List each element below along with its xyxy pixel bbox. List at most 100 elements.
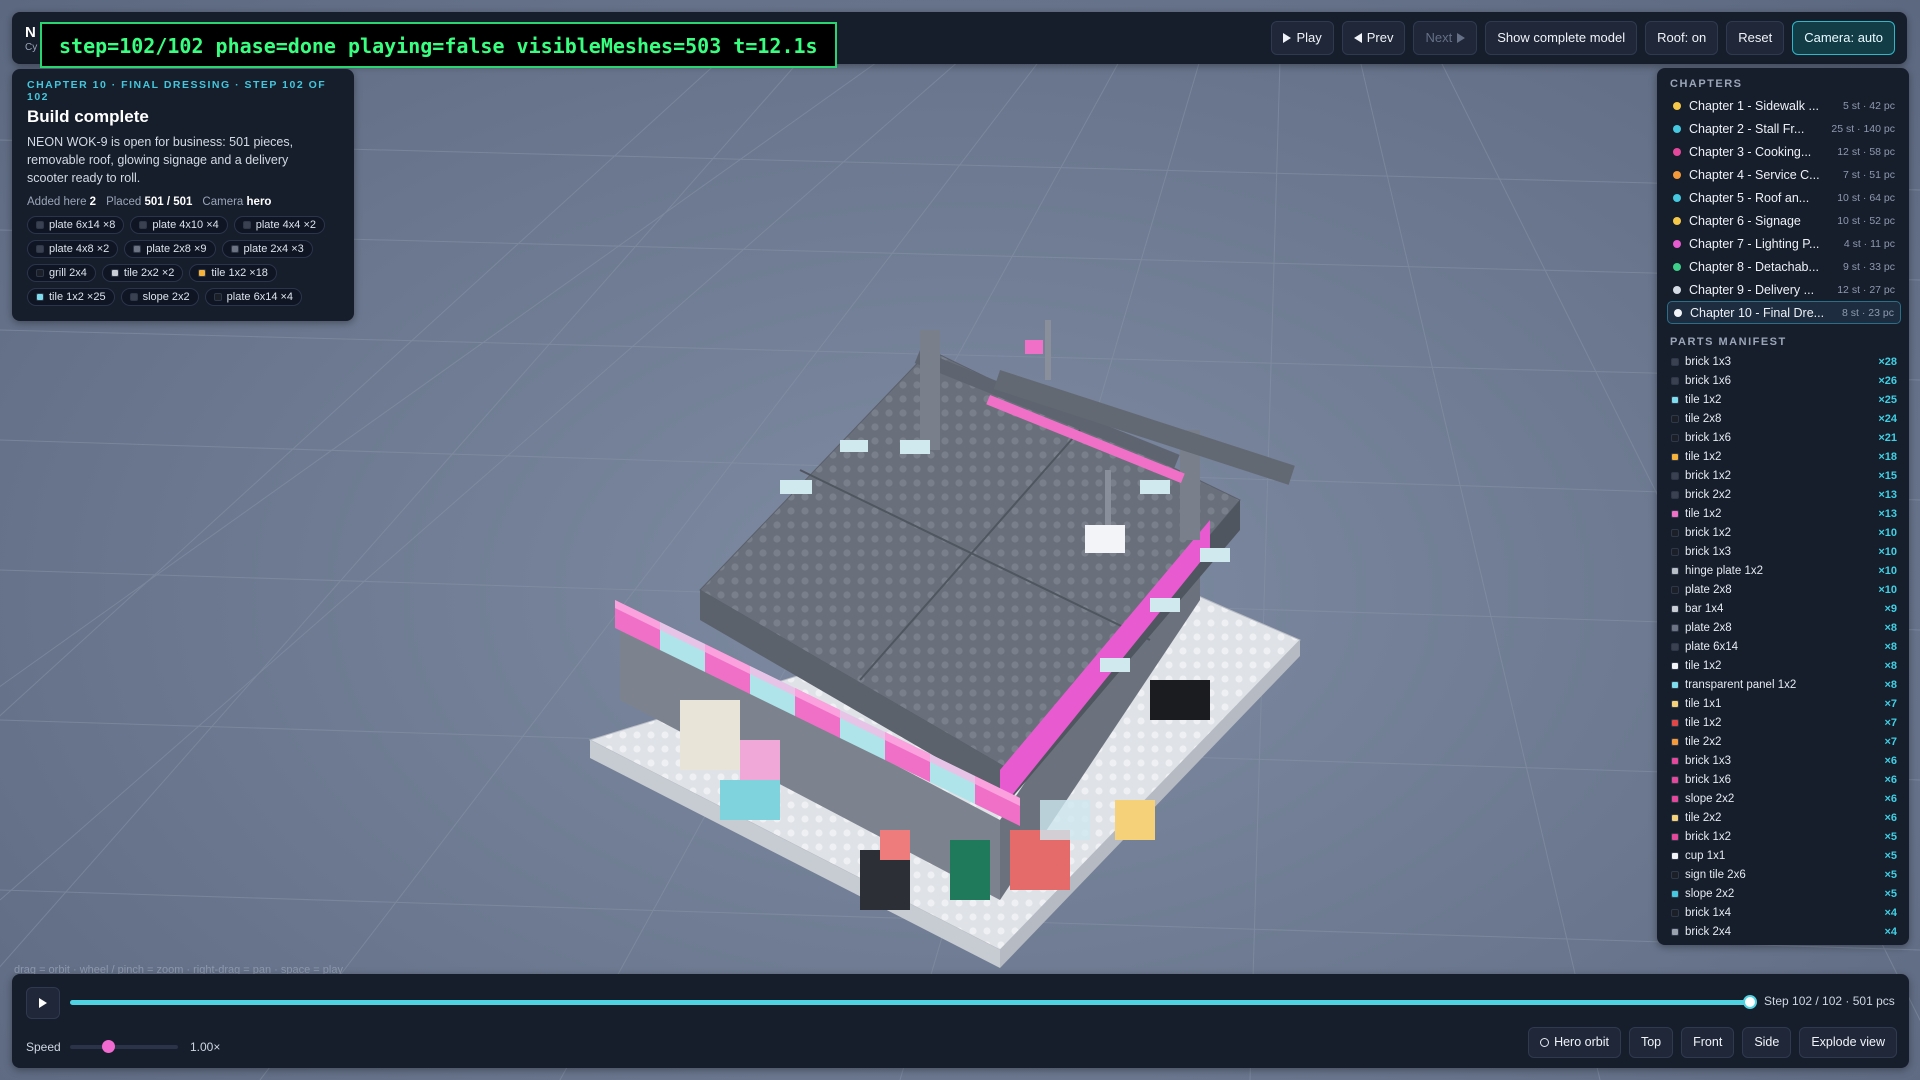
chapter-color-dot <box>1674 308 1682 317</box>
chapter-item[interactable]: Chapter 3 - Cooking... 12 st · 58 pc <box>1667 140 1901 163</box>
color-swatch <box>1671 452 1679 461</box>
chapter-meta: 12 st · 27 pc <box>1837 283 1895 296</box>
part-count: ×8 <box>1884 678 1897 691</box>
orbit-icon <box>1540 1038 1550 1047</box>
color-swatch <box>1671 433 1679 442</box>
part-name: plate 2x8 <box>1685 583 1732 596</box>
roof-toggle-button[interactable]: Roof: on <box>1645 21 1719 55</box>
part-count: ×8 <box>1884 640 1897 653</box>
part-name: slope 2x2 <box>1685 887 1735 900</box>
part-chip: plate 2x8 ×9 <box>124 240 216 258</box>
part-count: ×6 <box>1884 792 1897 805</box>
play-button[interactable]: Play <box>1271 21 1334 55</box>
hero-orbit-button[interactable]: Hero orbit <box>1528 1027 1621 1058</box>
parts-manifest-list[interactable]: brick 1x3 ×28 brick 1x6 ×26 tile 1x2 ×25 tile … <box>1667 352 1901 941</box>
chapter-color-dot <box>1673 239 1681 248</box>
chapter-item[interactable]: Chapter 9 - Delivery ... 12 st · 27 pc <box>1667 278 1901 301</box>
manifest-item: tile 1x2 ×18 <box>1667 447 1901 466</box>
chapter-item[interactable]: Chapter 1 - Sidewalk ... 5 st · 42 pc <box>1667 94 1901 117</box>
prev-label: Prev <box>1366 30 1394 45</box>
chapter-item[interactable]: Chapter 2 - Stall Fr... 25 st · 140 pc <box>1667 117 1901 140</box>
timeline-play-button[interactable] <box>26 987 60 1019</box>
speed-slider[interactable] <box>70 1040 178 1053</box>
front-view-label: Front <box>1693 1035 1723 1049</box>
chapters-heading: CHAPTERS <box>1670 78 1743 90</box>
explode-view-button[interactable]: Explode view <box>1799 1027 1897 1058</box>
step-title: Build complete <box>27 107 149 126</box>
scrubber-handle[interactable] <box>1743 995 1757 1009</box>
color-swatch <box>1671 756 1679 765</box>
part-count: ×9 <box>1884 602 1897 615</box>
manifest-item: brick 1x2 ×10 <box>1667 523 1901 542</box>
part-chip-label: tile 1x2 ×25 <box>49 291 106 303</box>
chapter-color-dot <box>1673 170 1681 179</box>
step-meta: Added here 2 Placed 501 / 501 Camera her… <box>27 196 339 208</box>
step-readout: Step 102 / 102 · 501 pcs <box>1764 994 1895 1008</box>
manifest-item: plate 2x8 ×8 <box>1667 618 1901 637</box>
step-scrubber[interactable] <box>70 995 1757 1009</box>
color-swatch <box>242 221 251 229</box>
part-count: ×8 <box>1884 621 1897 634</box>
part-chip-label: plate 4x10 ×4 <box>152 219 219 231</box>
next-icon <box>1457 33 1466 43</box>
chapter-item[interactable]: Chapter 5 - Roof an... 10 st · 64 pc <box>1667 186 1901 209</box>
next-button[interactable]: Next <box>1413 21 1478 55</box>
lego-model[interactable] <box>588 320 1301 968</box>
part-chip: plate 6x14 ×8 <box>27 216 125 234</box>
front-view-button[interactable]: Front <box>1681 1027 1735 1058</box>
part-chip: tile 1x2 ×18 <box>189 264 277 282</box>
show-complete-model-button[interactable]: Show complete model <box>1485 21 1638 55</box>
part-count: ×24 <box>1878 412 1897 425</box>
part-chip: plate 4x8 ×2 <box>27 240 119 258</box>
chapter-item[interactable]: Chapter 10 - Final Dre... 8 st · 23 pc <box>1667 301 1901 324</box>
chapter-item[interactable]: Chapter 4 - Service C... 7 st · 51 pc <box>1667 163 1901 186</box>
chapter-meta: 10 st · 64 pc <box>1837 191 1895 204</box>
part-name: slope 2x2 <box>1685 792 1735 805</box>
part-count: ×4 <box>1884 925 1897 938</box>
color-swatch <box>133 245 142 253</box>
part-count: ×5 <box>1884 868 1897 881</box>
chapter-item[interactable]: Chapter 7 - Lighting P... 4 st · 11 pc <box>1667 232 1901 255</box>
color-swatch <box>1671 490 1679 499</box>
scrubber-fill <box>70 1000 1750 1005</box>
manifest-item: brick 1x3 ×10 <box>1667 542 1901 561</box>
part-chip-label: slope 2x2 <box>142 291 190 303</box>
chapter-meta: 25 st · 140 pc <box>1831 122 1895 135</box>
speed-slider-handle[interactable] <box>101 1040 115 1053</box>
manifest-item: brick 1x2 ×5 <box>1667 827 1901 846</box>
reset-button[interactable]: Reset <box>1726 21 1785 55</box>
app-title: N <box>25 24 36 41</box>
part-count: ×5 <box>1884 849 1897 862</box>
part-chip-label: tile 1x2 ×18 <box>211 267 268 279</box>
color-swatch <box>1671 642 1679 651</box>
chapter-name: Chapter 9 - Delivery ... <box>1689 282 1815 297</box>
part-count: ×18 <box>1878 450 1897 463</box>
part-name: brick 1x3 <box>1685 754 1732 767</box>
part-count: ×21 <box>1878 431 1897 444</box>
part-chip: tile 1x2 ×25 <box>27 288 115 306</box>
color-swatch <box>1671 870 1679 879</box>
side-view-button[interactable]: Side <box>1742 1027 1792 1058</box>
manifest-item: brick 1x3 ×6 <box>1667 751 1901 770</box>
part-count: ×10 <box>1878 564 1897 577</box>
sidebar-panel: CHAPTERS Chapter 1 - Sidewalk ... 5 st · … <box>1657 68 1909 945</box>
prev-button[interactable]: Prev <box>1341 21 1406 55</box>
top-view-button[interactable]: Top <box>1628 1027 1674 1058</box>
camera-mode-button[interactable]: Camera: auto <box>1792 21 1895 55</box>
play-icon <box>39 998 47 1008</box>
part-count: ×10 <box>1878 583 1897 596</box>
color-swatch <box>1671 851 1679 860</box>
speed-value: 1.00× <box>190 1040 221 1054</box>
part-name: brick 1x4 <box>1685 906 1732 919</box>
part-chip-label: plate 6x14 ×4 <box>226 291 294 303</box>
manifest-item: bar 1x4 ×9 <box>1667 599 1901 618</box>
chapter-item[interactable]: Chapter 8 - Detachab... 9 st · 33 pc <box>1667 255 1901 278</box>
color-swatch <box>1671 376 1679 385</box>
part-chip-label: plate 6x14 ×8 <box>49 219 116 231</box>
color-swatch <box>1671 718 1679 727</box>
chapter-item[interactable]: Chapter 6 - Signage 10 st · 52 pc <box>1667 209 1901 232</box>
color-swatch <box>1671 528 1679 537</box>
part-name: brick 1x6 <box>1685 773 1732 786</box>
color-swatch <box>1671 908 1679 917</box>
part-count: ×5 <box>1884 830 1897 843</box>
